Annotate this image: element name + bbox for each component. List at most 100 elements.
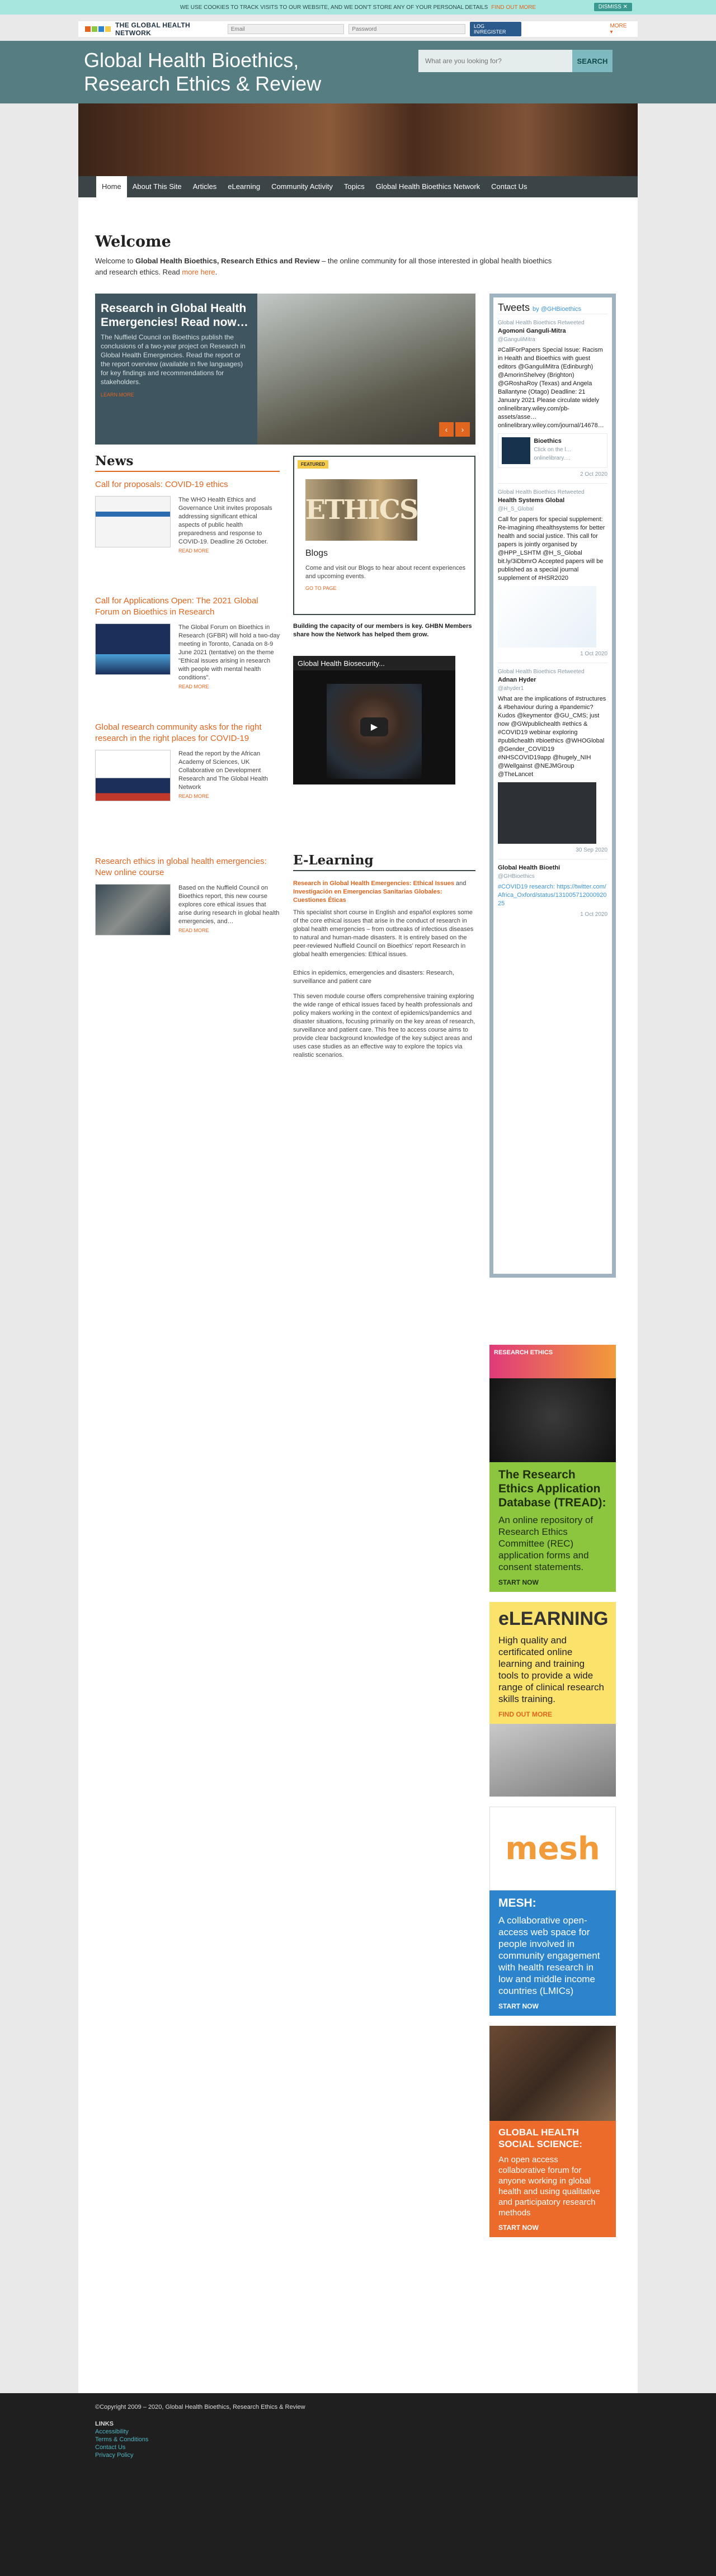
news-title[interactable]: Research ethics in global health emergen… (95, 856, 280, 878)
tweets-by[interactable]: by @GHBioethics (533, 306, 581, 313)
footer-link-accessibility[interactable]: Accessibility (95, 2428, 305, 2436)
tweet[interactable]: Global Health Bioethics Retweeted Adnan … (498, 663, 607, 859)
tweet-date[interactable]: 1 Oct 2020 (498, 910, 607, 919)
featured-badge: FEATURED (298, 460, 328, 469)
video-player[interactable]: Global Health Biosecurity... ▶ (293, 656, 455, 784)
footer-link-contact[interactable]: Contact Us (95, 2443, 305, 2451)
start-now-button[interactable]: START NOW (498, 2002, 607, 2010)
tweet[interactable]: Global Health Bioethi @GHBioethics #COVI… (498, 859, 607, 923)
chevron-right-icon[interactable]: › (455, 422, 470, 437)
blogs-card[interactable]: FEATURED ETHICS Blogs Come and visit our… (293, 456, 475, 615)
promo-mesh[interactable]: mesh MESH: A collaborative open-access w… (489, 1807, 616, 2016)
tweet[interactable]: Global Health Bioethics Retweeted Health… (498, 483, 607, 663)
course-links: Research in Global Health Emergencies: E… (293, 880, 475, 905)
footer-link-privacy[interactable]: Privacy Policy (95, 2451, 305, 2459)
play-icon[interactable]: ▶ (360, 717, 388, 736)
news-title[interactable]: Global research community asks for the r… (95, 722, 280, 744)
go-to-page-link[interactable]: GO TO PAGE (305, 585, 337, 591)
nav-elearning[interactable]: eLearning (222, 176, 266, 197)
tweet-date[interactable]: 1 Oct 2020 (498, 650, 607, 658)
read-more-link[interactable]: READ MORE (178, 684, 280, 689)
retweet-label: Global Health Bioethics Retweeted (498, 669, 585, 675)
slider-text: The Nuffield Council on Bioethics publis… (101, 333, 246, 386)
nav-home[interactable]: Home (96, 176, 127, 197)
tweet-handle[interactable]: @GHBioethics (498, 872, 607, 881)
slider-title[interactable]: Research in Global Health Emergencies! R… (101, 301, 252, 329)
tweet-author[interactable]: Adnan Hyder (498, 676, 607, 684)
nav-network[interactable]: Global Health Bioethics Network (370, 176, 486, 197)
news-thumbnail[interactable] (95, 884, 171, 935)
news-title[interactable]: Call for proposals: COVID-19 ethics (95, 479, 280, 490)
mesh-logo-text: mesh (505, 1830, 600, 1867)
twitter-timeline[interactable]: Tweets by @GHBioethics Global Health Bio… (489, 294, 616, 1278)
read-more-link[interactable]: READ MORE (178, 928, 280, 933)
footer-link-terms[interactable]: Terms & Conditions (95, 2436, 305, 2443)
promo-title: MESH: (498, 1897, 536, 1909)
video-title[interactable]: Global Health Biosecurity... (293, 656, 455, 670)
tweet[interactable]: Global Health Bioethics Retweeted Agomon… (498, 314, 607, 483)
nav-about[interactable]: About This Site (127, 176, 187, 197)
news-thumbnail[interactable] (95, 750, 171, 801)
read-more-link[interactable]: READ MORE (178, 548, 280, 554)
tweet-text[interactable]: #COVID19 research: https://twitter.com/A… (498, 883, 607, 908)
email-field[interactable] (227, 24, 345, 34)
tweet-image[interactable] (498, 782, 596, 844)
tweet-date[interactable]: 2 Oct 2020 (498, 470, 607, 479)
site-title-line2: Research Ethics & Review (84, 72, 322, 95)
promo-tread[interactable]: RESEARCH ETHICS The Research Ethics Appl… (489, 1345, 616, 1592)
tweet-date[interactable]: 30 Sep 2020 (498, 846, 607, 854)
news-text: The WHO Health Ethics and Governance Uni… (178, 497, 272, 545)
search-input[interactable] (418, 50, 572, 72)
blogs-title[interactable]: Blogs (305, 549, 328, 559)
course-and: and (454, 880, 467, 887)
promo-ghss[interactable]: GLOBAL HEALTH SOCIAL SCIENCE: An open ac… (489, 2026, 616, 2237)
site-title[interactable]: Global Health Bioethics, Research Ethics… (84, 49, 321, 96)
tweet-handle[interactable]: @ahyder1 (498, 684, 607, 693)
read-more-link[interactable]: more here (182, 268, 215, 276)
tweets-title: Tweets (498, 302, 530, 313)
promo-header: RESEARCH ETHICS (489, 1345, 616, 1378)
page-content: Welcome Welcome to Global Health Bioethi… (78, 197, 638, 2393)
start-now-button[interactable]: START NOW (498, 2224, 607, 2232)
tweet-card[interactable]: Bioethics Click on the l… onlinelibrary.… (498, 433, 607, 468)
tweet-image[interactable] (498, 586, 596, 647)
news-thumbnail[interactable] (95, 623, 171, 675)
find-out-more-button[interactable]: FIND OUT MORE (498, 1710, 607, 1718)
search-button[interactable]: SEARCH (572, 50, 613, 72)
more-menu[interactable]: MORE ▾ (610, 23, 631, 35)
password-field[interactable] (348, 24, 465, 34)
start-now-button[interactable]: START NOW (498, 1578, 607, 1586)
course-link-epidemics[interactable]: Ethics in epidemics, emergencies and dis… (293, 969, 475, 986)
news-thumbnail[interactable] (95, 496, 171, 547)
site-footer: ©Copyright 2009 – 2020, Global Health Bi… (0, 2393, 716, 2576)
promo-elearning[interactable]: eLEARNING High quality and certificated … (489, 1602, 616, 1797)
intro-text: Welcome to (95, 257, 136, 265)
login-button[interactable]: LOG IN/REGISTER (469, 22, 522, 36)
cookie-dismiss-button[interactable]: DISMISS ✕ (593, 3, 632, 11)
cookie-find-out-more-link[interactable]: FIND OUT MORE (491, 4, 536, 11)
tweet-handle[interactable]: @H_S_Global (498, 505, 607, 513)
tweet-handle[interactable]: @GanguliMitra (498, 335, 607, 344)
promo-image (489, 1378, 616, 1462)
news-text: Based on the Nuffield Council on Bioethi… (178, 885, 280, 925)
promo-image (489, 2026, 616, 2121)
course-link-es[interactable]: Investigación en Emergencias Sanitarias … (293, 888, 442, 904)
read-more-link[interactable]: READ MORE (178, 793, 280, 799)
network-brand[interactable]: THE GLOBAL HEALTH NETWORK (115, 21, 228, 37)
chevron-left-icon[interactable]: ‹ (439, 422, 454, 437)
tweet-author[interactable]: Health Systems Global (498, 497, 607, 505)
site-title-line1: Global Health Bioethics, (84, 49, 299, 72)
tweets-heading: Tweets by @GHBioethics (498, 302, 607, 314)
nav-contact[interactable]: Contact Us (486, 176, 533, 197)
nav-articles[interactable]: Articles (187, 176, 223, 197)
news-title[interactable]: Call for Applications Open: The 2021 Glo… (95, 595, 280, 618)
slider-learn-more[interactable]: LEARN MORE (101, 392, 252, 398)
news-item: Call for proposals: COVID-19 ethics The … (95, 479, 280, 554)
ethics-image: ETHICS (305, 479, 419, 541)
nav-community-activity[interactable]: Community Activity (266, 176, 338, 197)
course-link-en[interactable]: Research in Global Health Emergencies: E… (293, 880, 454, 887)
footer-links: LINKS Accessibility Terms & Conditions C… (95, 2420, 305, 2459)
nav-topics[interactable]: Topics (338, 176, 370, 197)
tweet-author[interactable]: Global Health Bioethi (498, 864, 607, 872)
tweet-author[interactable]: Agomoni Ganguli-Mitra (498, 327, 607, 335)
